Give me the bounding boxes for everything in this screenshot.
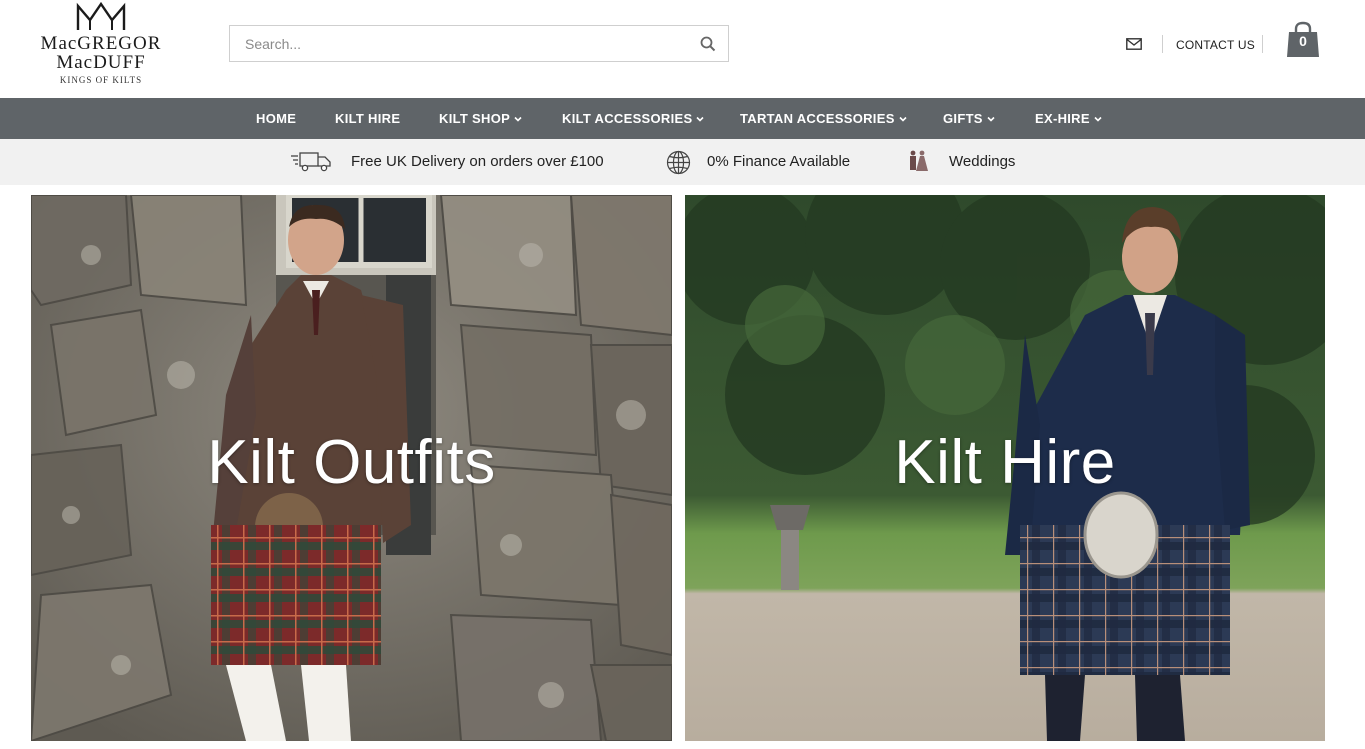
search-icon[interactable]: [700, 36, 716, 52]
nav-item-kilt-shop[interactable]: KILT SHOP: [439, 98, 522, 139]
kilt-outfits-caption: Kilt Outfits: [207, 428, 496, 497]
nav-item-gifts[interactable]: GIFTS: [943, 98, 995, 139]
brand-line-1: MacGREGOR: [40, 33, 162, 54]
header-divider: [1262, 35, 1263, 53]
crown-icon: [76, 2, 126, 30]
search-input[interactable]: [230, 26, 670, 61]
nav-item-ex-hire[interactable]: EX-HIRE: [1035, 98, 1102, 139]
header-divider: [1162, 35, 1163, 53]
globe-icon: [666, 150, 691, 175]
nav-item-label: GIFTS: [943, 111, 983, 126]
chevron-down-icon: [696, 116, 705, 122]
brand-logo[interactable]: MacGREGOR MacDUFF KINGS OF KILTS: [30, 2, 172, 92]
mail-icon[interactable]: [1126, 38, 1142, 50]
chevron-down-icon: [987, 116, 995, 122]
nav-item-label: EX-HIRE: [1035, 111, 1090, 126]
cart-button[interactable]: 0: [1286, 21, 1320, 59]
delivery-truck-icon: [291, 152, 331, 172]
chevron-down-icon: [1094, 116, 1102, 122]
nav-item-label: KILT SHOP: [439, 111, 511, 126]
nav-item-kilt-accessories[interactable]: KILT ACCESSORIES: [562, 98, 705, 139]
nav-item-label: HOME: [256, 111, 297, 126]
kilt-hire-tile[interactable]: Kilt Hire: [685, 195, 1325, 741]
weddings-link[interactable]: Weddings: [949, 139, 1015, 185]
wedding-couple-icon: [910, 150, 928, 171]
search-box: [229, 25, 729, 62]
cart-count: 0: [1299, 33, 1307, 49]
free-delivery-text: Free UK Delivery on orders over £100: [351, 153, 604, 170]
nav-item-home[interactable]: HOME: [256, 98, 296, 139]
nav-item-label: KILT ACCESSORIES: [562, 111, 693, 126]
site-header: MacGREGOR MacDUFF KINGS OF KILTS CONTACT…: [0, 0, 1365, 98]
brand-tagline: KINGS OF KILTS: [59, 75, 143, 85]
nav-item-tartan-accessories[interactable]: TARTAN ACCESSORIES: [740, 98, 907, 139]
nav-item-label: KILT HIRE: [335, 111, 401, 126]
nav-item-kilt-hire[interactable]: KILT HIRE: [335, 98, 400, 139]
contact-us-link[interactable]: CONTACT US: [1176, 38, 1255, 52]
nav-item-label: TARTAN ACCESSORIES: [740, 111, 895, 126]
chevron-down-icon: [514, 116, 522, 122]
finance-text: 0% Finance Available: [707, 153, 851, 170]
kilt-outfits-tile[interactable]: Kilt Outfits: [31, 195, 672, 741]
info-bar: Free UK Delivery on orders over £100 0% …: [0, 139, 1365, 185]
kilt-hire-caption: Kilt Hire: [894, 428, 1116, 497]
chevron-down-icon: [899, 116, 907, 122]
brand-line-2: MacDUFF: [56, 52, 146, 73]
main-nav: HOME KILT HIRE KILT SHOP KILT ACCESSORIE…: [0, 98, 1365, 139]
